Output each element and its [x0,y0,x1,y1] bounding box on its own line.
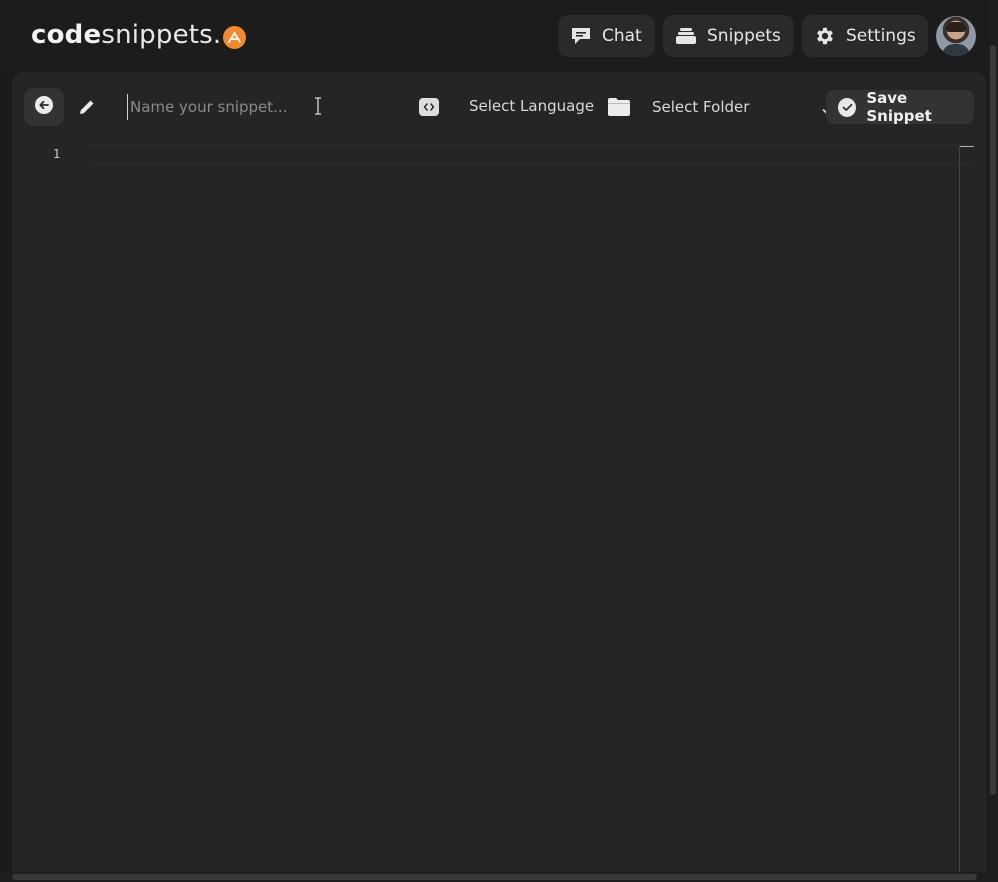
gear-icon [814,25,836,47]
stack-icon [675,25,697,47]
code-icon[interactable] [419,98,439,116]
nav-chat-button[interactable]: Chat [558,15,655,57]
chat-bubble-icon [570,25,592,47]
save-snippet-label: Save Snippet [866,89,932,125]
brand-name-bold: code [31,20,102,50]
language-select[interactable]: Select Language [469,97,594,115]
brand-logo[interactable]: code snippets. [31,18,247,52]
window-horizontal-scrollbar[interactable] [0,872,998,882]
back-button[interactable] [24,88,64,126]
line-number: 1 [53,147,61,161]
save-snippet-button[interactable]: Save Snippet [826,89,974,125]
editor-scrollbar-thumb[interactable] [960,146,974,147]
check-circle-icon [838,97,857,117]
nav-chat-label: Chat [602,26,642,46]
folder-select[interactable]: Select Folder [652,90,832,124]
window-horizontal-scrollbar-thumb[interactable] [12,874,977,880]
brand-name-light: snippets. [101,20,222,50]
nav-snippets-label: Snippets [707,26,781,46]
user-avatar[interactable] [936,16,976,56]
nav-settings-label: Settings [846,26,916,46]
nav-snippets-button[interactable]: Snippets [663,15,794,57]
folder-select-label: Select Folder [652,98,750,116]
text-cursor-icon [314,97,322,115]
editor-panel: Select Language Select Folder Save Snipp… [12,72,987,878]
window-vertical-scrollbar-thumb[interactable] [990,45,996,795]
back-arrow-icon [34,95,54,119]
editor-scrollbar[interactable] [959,146,973,878]
window-vertical-scrollbar[interactable] [988,0,998,882]
editor-toolbar: Select Language Select Folder Save Snipp… [24,88,975,128]
snippet-name-input[interactable] [127,94,397,120]
top-bar: code snippets. Chat Snippets Settings [0,0,998,72]
code-editor-line[interactable] [89,145,973,164]
folder-icon [607,97,631,117]
nav-settings-button[interactable]: Settings [802,15,928,57]
pencil-icon[interactable] [76,96,98,118]
brand-badge-icon [223,25,247,49]
